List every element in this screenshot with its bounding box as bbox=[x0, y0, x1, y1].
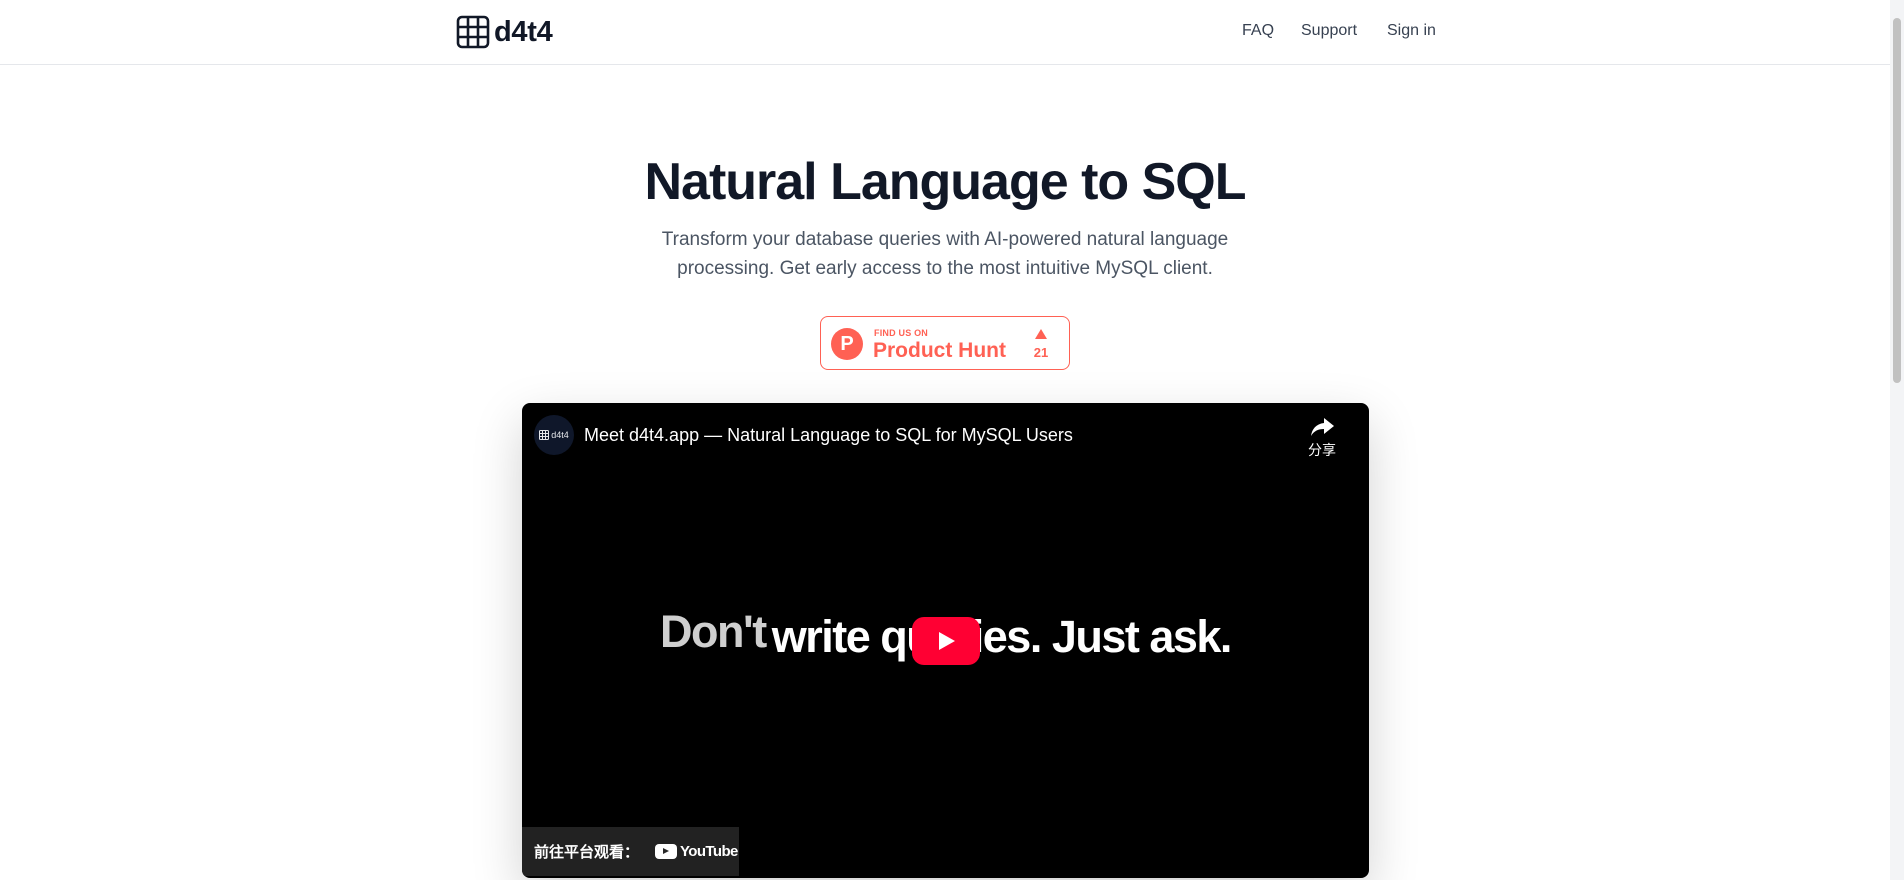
hero-subtitle: Transform your database queries with AI-… bbox=[661, 229, 1229, 279]
video-title-link[interactable]: Meet d4t4.app — Natural Language to SQL … bbox=[584, 425, 1073, 446]
video-frame-text-dim: Don't bbox=[660, 606, 767, 657]
watch-on-label: 前往平台观看： bbox=[534, 844, 640, 861]
share-arrow-icon bbox=[1311, 418, 1334, 436]
play-button[interactable] bbox=[912, 617, 980, 665]
upvote-arrow-icon bbox=[1035, 329, 1047, 339]
watch-on-youtube-button[interactable]: 前往平台观看： YouTube bbox=[522, 827, 739, 876]
page: d4t4 FAQ Support Sign in Natural Languag… bbox=[0, 0, 1904, 880]
upvote-count: 21 bbox=[1033, 345, 1049, 360]
nav-signin-link[interactable]: Sign in bbox=[1387, 22, 1436, 40]
page-scrollbar[interactable] bbox=[1890, 0, 1904, 880]
scrollbar-thumb[interactable] bbox=[1893, 18, 1901, 383]
youtube-video-embed[interactable]: d4t4 Meet d4t4.app — Natural Language to… bbox=[522, 403, 1369, 878]
site-header: d4t4 FAQ Support Sign in bbox=[0, 0, 1890, 65]
product-hunt-kicker: FIND US ON bbox=[874, 328, 929, 338]
channel-avatar[interactable]: d4t4 bbox=[534, 415, 574, 455]
share-button[interactable]: 分享 bbox=[1292, 416, 1352, 460]
nav-support-link[interactable]: Support bbox=[1301, 22, 1357, 40]
product-hunt-badge[interactable]: P FIND US ON Product Hunt 21 bbox=[820, 316, 1070, 370]
youtube-play-icon bbox=[655, 844, 678, 859]
brand-logo-link[interactable]: d4t4 bbox=[456, 15, 553, 49]
youtube-wordmark: YouTube bbox=[680, 843, 738, 860]
channel-avatar-text: d4t4 bbox=[551, 430, 569, 440]
share-label: 分享 bbox=[1308, 442, 1336, 458]
product-hunt-name: Product Hunt bbox=[873, 339, 1006, 362]
grid-table-icon bbox=[456, 15, 490, 49]
product-hunt-logo-icon: P bbox=[831, 328, 863, 360]
hero-title: Natural Language to SQL bbox=[644, 153, 1246, 211]
grid-table-icon bbox=[539, 430, 550, 440]
video-frame-text-main: write queries. Just ask. bbox=[771, 611, 1233, 662]
nav-faq-link[interactable]: FAQ bbox=[1242, 22, 1274, 40]
brand-name: d4t4 bbox=[494, 15, 553, 48]
youtube-logo: YouTube bbox=[655, 843, 738, 860]
